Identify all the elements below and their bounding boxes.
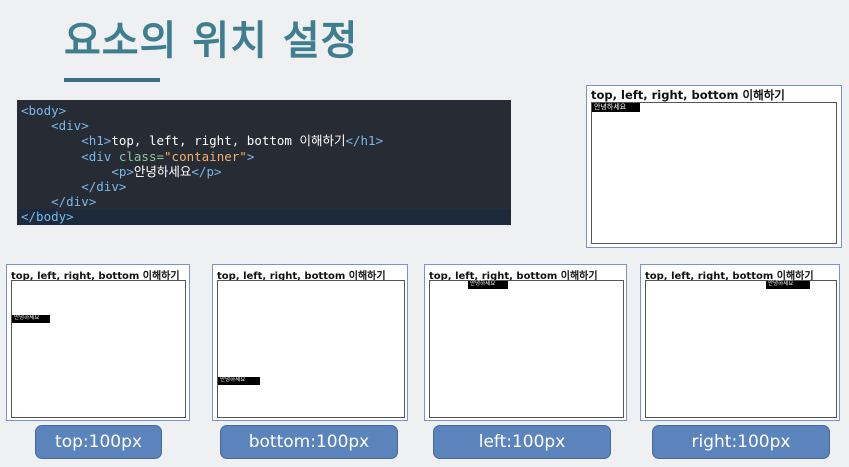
preview-container: 안녕하세요: [429, 280, 624, 418]
code-token-tag: <div: [81, 148, 119, 164]
caption-bottom: bottom:100px: [220, 425, 398, 459]
preview-paragraph: 안녕하세요: [766, 281, 810, 289]
code-token-tag: </h1>: [345, 133, 384, 149]
code-token-txt: top, left, right, bottom 이해하기: [111, 133, 346, 149]
code-token-attr: class=: [118, 148, 165, 164]
preview-top: top, left, right, bottom 이해하기 안녕하세요: [6, 264, 190, 421]
code-token-txt: 안녕하세요: [133, 163, 192, 179]
preview-heading: top, left, right, bottom 이해하기: [591, 88, 785, 102]
preview-container: 안녕하세요: [11, 280, 186, 418]
preview-container: 안녕하세요: [591, 102, 837, 244]
code-token-tag: </div>: [81, 178, 127, 194]
caption-left: left:100px: [433, 425, 611, 459]
preview-right: top, left, right, bottom 이해하기 안녕하세요: [640, 264, 840, 421]
code-token-tag: >: [246, 148, 255, 164]
code-line: <body>: [21, 103, 511, 118]
code-token-tag: <div>: [51, 118, 89, 134]
preview-default: top, left, right, bottom 이해하기 안녕하세요: [586, 85, 842, 248]
preview-paragraph: 안녕하세요: [12, 315, 50, 323]
code-line: <h1>top, left, right, bottom 이해하기</h1>: [21, 133, 511, 148]
preview-left: top, left, right, bottom 이해하기 안녕하세요: [424, 264, 627, 421]
code-line: </body>: [17, 209, 511, 225]
code-line: </div>: [21, 179, 511, 194]
code-token-str: "container": [164, 148, 247, 164]
caption-right: right:100px: [652, 425, 830, 459]
code-line: </div>: [21, 194, 511, 209]
preview-paragraph: 안녕하세요: [218, 377, 260, 385]
code-line: <div class="container">: [21, 149, 511, 164]
preview-paragraph: 안녕하세요: [468, 281, 508, 289]
code-token-tag: <p>: [111, 163, 134, 179]
code-line: <p>안녕하세요</p>: [21, 164, 511, 179]
code-token-tag: <h1>: [81, 133, 112, 149]
caption-top: top:100px: [35, 425, 162, 459]
preview-paragraph: 안녕하세요: [592, 103, 640, 112]
code-token-tag: <body>: [21, 103, 67, 118]
code-token-tag: </div>: [51, 194, 97, 210]
code-token-tag: </p>: [191, 163, 222, 179]
code-line: <div>: [21, 118, 511, 133]
preview-container: 안녕하세요: [645, 280, 837, 418]
slide-title: 요소의 위치 설정: [64, 17, 359, 64]
code-token-tag: </body>: [21, 209, 74, 225]
preview-container: 안녕하세요: [217, 280, 405, 418]
preview-bottom: top, left, right, bottom 이해하기 안녕하세요: [212, 264, 408, 421]
title-underline: [64, 78, 160, 82]
code-block: <body> <div> <h1>top, left, right, botto…: [17, 100, 511, 225]
